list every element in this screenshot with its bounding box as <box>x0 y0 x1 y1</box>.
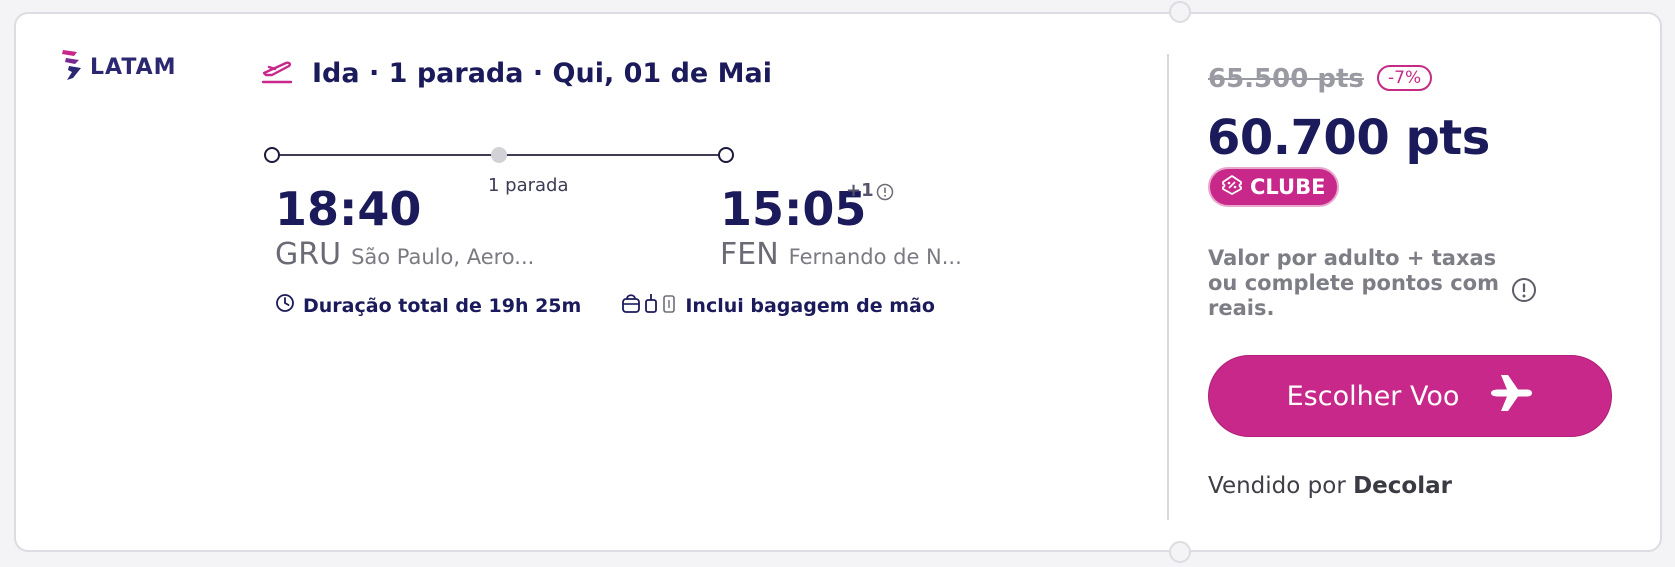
baggage-text: Inclui bagagem de mão <box>685 294 935 317</box>
latam-logo-icon <box>60 48 82 86</box>
choose-flight-button[interactable]: Escolher Voo <box>1208 355 1612 437</box>
route-line <box>264 145 734 165</box>
old-price: 65.500 pts <box>1208 64 1364 94</box>
clube-badge: CLUBE <box>1208 167 1340 207</box>
route-end-node <box>718 147 734 163</box>
departure-airport: GRU São Paulo, Aero... <box>275 237 534 272</box>
arrival-day-offset: +1 <box>846 180 874 201</box>
duration-info: Duração total de 19h 25m <box>275 293 581 318</box>
price-note: Valor por adulto + taxas ou complete pon… <box>1208 246 1499 320</box>
departure-time: 18:40 <box>275 182 422 236</box>
departure-city: São Paulo, Aero... <box>351 245 535 269</box>
flight-extras: Duração total de 19h 25m Inclui bagagem … <box>275 292 935 319</box>
clock-icon <box>275 293 295 318</box>
info-icon[interactable] <box>876 183 894 205</box>
arrival-city: Fernando de N... <box>788 245 962 269</box>
stops-label: 1 parada <box>488 175 569 196</box>
airline-name: LATAM <box>90 54 177 80</box>
airline-logo: LATAM <box>60 48 177 86</box>
baggage-icon <box>621 292 677 319</box>
card-divider <box>1167 54 1169 520</box>
departure-iata: GRU <box>275 237 342 272</box>
clube-label: CLUBE <box>1250 175 1326 199</box>
arrival-airport: FEN Fernando de N... <box>720 237 962 272</box>
route-stop-node <box>491 147 507 163</box>
route-start-node <box>264 147 280 163</box>
arrival-iata: FEN <box>720 237 779 272</box>
arrival-time: 15:05 <box>720 182 867 236</box>
seller-name: Decolar <box>1353 473 1452 499</box>
trip-header: Ida · 1 parada · Qui, 01 de Mai <box>260 57 772 89</box>
card-notch-bottom <box>1169 541 1191 563</box>
choose-flight-label: Escolher Voo <box>1286 380 1460 412</box>
airplane-icon <box>1489 373 1533 420</box>
info-icon[interactable] <box>1511 277 1537 307</box>
price: 60.700 pts <box>1207 110 1490 166</box>
baggage-info: Inclui bagagem de mão <box>621 292 935 319</box>
trip-title: Ida · 1 parada · Qui, 01 de Mai <box>312 57 772 89</box>
sold-by: Vendido por Decolar <box>1208 473 1452 499</box>
sold-by-prefix: Vendido por <box>1208 473 1346 499</box>
clube-ticket-icon <box>1220 174 1244 201</box>
plane-takeoff-icon <box>260 57 294 89</box>
duration-text: Duração total de 19h 25m <box>303 294 582 317</box>
discount-badge: -7% <box>1377 65 1433 91</box>
card-notch-top <box>1169 1 1191 23</box>
